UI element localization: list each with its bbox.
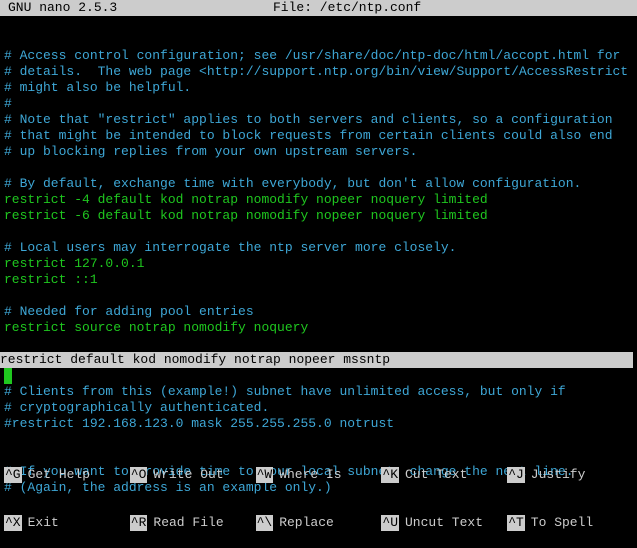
shortcut-item[interactable]: ^XExit bbox=[4, 515, 130, 531]
shortcut-label: Exit bbox=[22, 515, 59, 531]
shortcut-key: ^W bbox=[256, 467, 274, 483]
shortcut-item[interactable]: ^GGet Help bbox=[4, 467, 130, 483]
editor-line: restrict ::1 bbox=[4, 272, 633, 288]
shortcut-label: Get Help bbox=[22, 467, 90, 483]
shortcut-item[interactable]: ^KCut Text bbox=[381, 467, 507, 483]
shortcut-item[interactable]: ^OWrite Out bbox=[130, 467, 256, 483]
shortcut-item[interactable]: ^UUncut Text bbox=[381, 515, 507, 531]
editor-line bbox=[4, 224, 633, 240]
editor-line bbox=[4, 160, 633, 176]
shortcut-label: Where Is bbox=[273, 467, 341, 483]
shortcut-label: Justify bbox=[525, 467, 586, 483]
editor-line: restrict -4 default kod notrap nomodify … bbox=[4, 192, 633, 208]
shortcut-key: ^T bbox=[507, 515, 525, 531]
editor-line bbox=[4, 336, 633, 352]
file-name: File: /etc/ntp.conf bbox=[117, 0, 577, 16]
shortcut-item[interactable]: ^\Replace bbox=[256, 515, 382, 531]
title-bar: GNU nano 2.5.3 File: /etc/ntp.conf bbox=[0, 0, 637, 16]
editor-line bbox=[4, 32, 633, 48]
editor-line: #restrict 192.168.123.0 mask 255.255.255… bbox=[4, 416, 633, 432]
shortcut-label: Replace bbox=[273, 515, 334, 531]
editor-line: # Local users may interrogate the ntp se… bbox=[4, 240, 633, 256]
editor-line: # Clients from this (example!) subnet ha… bbox=[4, 384, 633, 400]
shortcut-label: Read File bbox=[147, 515, 223, 531]
shortcut-row-1: ^GGet Help^OWrite Out^WWhere Is^KCut Tex… bbox=[4, 467, 633, 483]
editor-line: # up blocking replies from your own upst… bbox=[4, 144, 633, 160]
app-name: GNU nano 2.5.3 bbox=[0, 0, 117, 16]
shortcut-label: Write Out bbox=[147, 467, 223, 483]
editor-line: restrict -6 default kod notrap nomodify … bbox=[4, 208, 633, 224]
editor-line: # By default, exchange time with everybo… bbox=[4, 176, 633, 192]
editor-area[interactable]: # Access control configuration; see /usr… bbox=[0, 16, 637, 496]
shortcut-key: ^R bbox=[130, 515, 148, 531]
editor-line: restrict default kod nomodify notrap nop… bbox=[0, 352, 633, 368]
shortcut-key: ^J bbox=[507, 467, 525, 483]
editor-line: # might also be helpful. bbox=[4, 80, 633, 96]
shortcut-label: To Spell bbox=[525, 515, 593, 531]
shortcut-key: ^O bbox=[130, 467, 148, 483]
editor-line: # Needed for adding pool entries bbox=[4, 304, 633, 320]
editor-line: # cryptographically authenticated. bbox=[4, 400, 633, 416]
shortcut-item[interactable]: ^WWhere Is bbox=[256, 467, 382, 483]
shortcut-label: Cut Text bbox=[399, 467, 467, 483]
shortcut-item[interactable]: ^RRead File bbox=[130, 515, 256, 531]
shortcut-item[interactable]: ^JJustify bbox=[507, 467, 633, 483]
editor-line: # details. The web page <http://support.… bbox=[4, 64, 633, 80]
shortcut-label: Uncut Text bbox=[399, 515, 483, 531]
editor-line: # Note that "restrict" applies to both s… bbox=[4, 112, 633, 128]
editor-line: restrict 127.0.0.1 bbox=[4, 256, 633, 272]
editor-line bbox=[4, 16, 633, 32]
editor-line: # that might be intended to block reques… bbox=[4, 128, 633, 144]
shortcut-key: ^G bbox=[4, 467, 22, 483]
shortcut-item[interactable]: ^TTo Spell bbox=[507, 515, 633, 531]
title-spacer bbox=[577, 0, 637, 16]
editor-line bbox=[4, 368, 633, 384]
shortcut-row-2: ^XExit^RRead File^\Replace^UUncut Text^T… bbox=[4, 515, 633, 531]
editor-line: # bbox=[4, 96, 633, 112]
editor-line bbox=[4, 288, 633, 304]
shortcut-key: ^\ bbox=[256, 515, 274, 531]
cursor bbox=[4, 368, 12, 384]
shortcut-key: ^U bbox=[381, 515, 399, 531]
editor-line: # Access control configuration; see /usr… bbox=[4, 48, 633, 64]
editor-line: restrict source notrap nomodify noquery bbox=[4, 320, 633, 336]
shortcut-key: ^X bbox=[4, 515, 22, 531]
shortcut-bar: ^GGet Help^OWrite Out^WWhere Is^KCut Tex… bbox=[0, 435, 637, 548]
shortcut-key: ^K bbox=[381, 467, 399, 483]
